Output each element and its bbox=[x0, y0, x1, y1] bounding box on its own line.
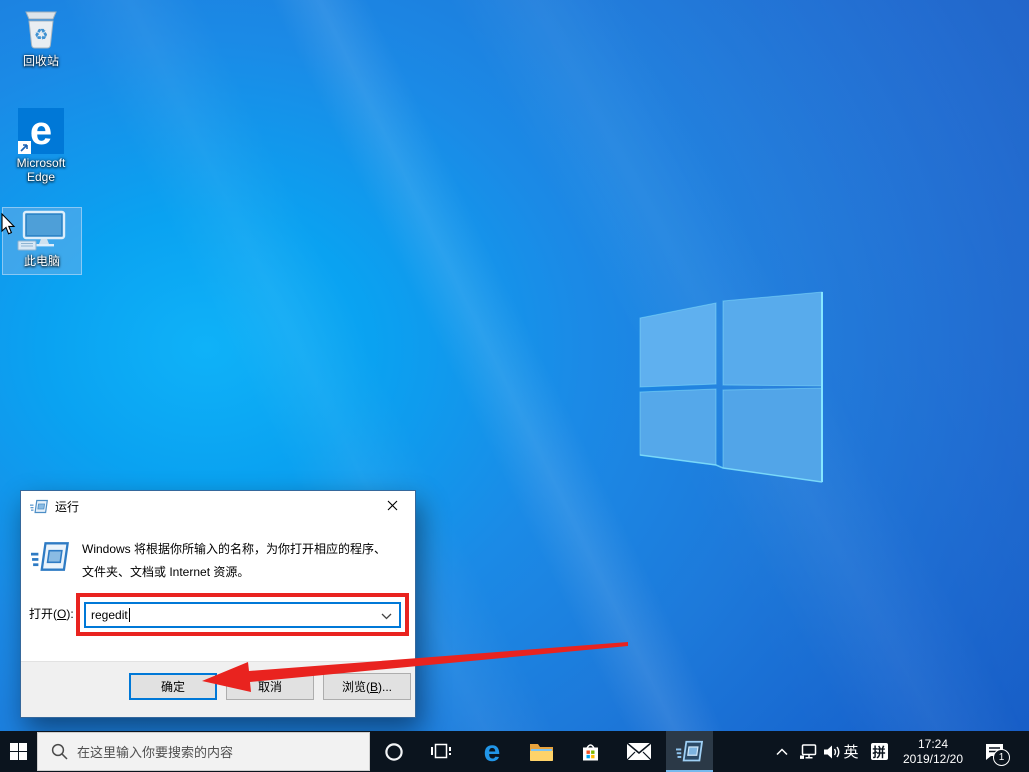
desktop: ♻ 回收站 e Microsoft Edge 此电脑 运行 Windows 将根… bbox=[0, 0, 1029, 772]
network-tray-button[interactable] bbox=[796, 731, 822, 772]
file-explorer-button[interactable] bbox=[519, 731, 563, 772]
recycle-bin-icon: ♻ bbox=[2, 4, 80, 52]
desktop-icon-label: 此电脑 bbox=[23, 254, 60, 268]
dialog-message: Windows 将根据你所输入的名称，为你打开相应的程序、 文件夹、文档或 In… bbox=[82, 538, 386, 584]
ok-button[interactable]: 确定 bbox=[129, 673, 217, 700]
notification-badge: 1 bbox=[993, 749, 1010, 766]
annotation-highlight-rect bbox=[76, 593, 409, 636]
clock-time: 17:24 bbox=[917, 736, 949, 751]
cancel-button[interactable]: 取消 bbox=[226, 673, 314, 700]
clock-date: 2019/12/20 bbox=[902, 751, 964, 766]
run-dialog: 运行 Windows 将根据你所输入的名称，为你打开相应的程序、 文件夹、文档或… bbox=[20, 490, 416, 718]
desktop-icon-recycle-bin[interactable]: ♻ 回收站 bbox=[2, 4, 80, 68]
browse-button[interactable]: 浏览(B)... bbox=[323, 673, 411, 700]
run-window-icon bbox=[30, 499, 48, 513]
windows-start-icon bbox=[10, 743, 27, 760]
search-input[interactable]: 在这里输入你要搜索的内容 bbox=[37, 732, 370, 771]
run-dialog-footer: 确定 取消 浏览(B)... bbox=[21, 661, 415, 717]
ime-mode-button[interactable]: 拼 bbox=[866, 731, 892, 772]
cortana-icon bbox=[385, 742, 403, 761]
recycle-symbol: ♻ bbox=[34, 27, 48, 44]
ime-language-button[interactable]: 英 bbox=[838, 731, 864, 772]
search-placeholder: 在这里输入你要搜索的内容 bbox=[77, 745, 234, 760]
edge-icon: e bbox=[2, 106, 80, 154]
search-icon bbox=[51, 743, 68, 760]
desktop-icon-edge[interactable]: e Microsoft Edge bbox=[2, 106, 80, 184]
mail-icon bbox=[627, 743, 651, 760]
desktop-icon-label: Microsoft Edge bbox=[16, 156, 66, 184]
tray-expand-button[interactable] bbox=[768, 731, 796, 772]
edge-logo-glyph: e bbox=[29, 109, 53, 153]
mouse-cursor bbox=[1, 213, 16, 235]
dialog-message-line1: Windows 将根据你所输入的名称，为你打开相应的程序、 bbox=[82, 542, 387, 556]
store-icon bbox=[582, 743, 598, 760]
desktop-icon-label: 回收站 bbox=[22, 54, 59, 68]
windows-logo-wallpaper bbox=[639, 291, 823, 483]
run-taskbar-button[interactable] bbox=[666, 731, 713, 772]
ime-language-indicator: 英 bbox=[843, 744, 859, 761]
cortana-button[interactable] bbox=[372, 731, 416, 772]
run-dialog-body: Windows 将根据你所输入的名称，为你打开相应的程序、 文件夹、文档或 In… bbox=[21, 521, 415, 661]
task-view-button[interactable] bbox=[419, 731, 463, 772]
run-app-icon bbox=[676, 740, 703, 762]
clock[interactable]: 17:24 2019/12/20 bbox=[898, 731, 968, 772]
edge-taskbar-button[interactable]: e bbox=[470, 731, 514, 772]
dialog-title: 运行 bbox=[55, 499, 80, 514]
run-message-icon bbox=[31, 542, 69, 571]
start-button[interactable] bbox=[0, 731, 37, 772]
task-view-icon bbox=[431, 743, 451, 759]
edge-icon: e bbox=[483, 734, 501, 768]
mail-button[interactable] bbox=[617, 731, 661, 772]
shortcut-arrow-icon bbox=[18, 141, 31, 154]
close-button[interactable] bbox=[370, 491, 415, 520]
chevron-up-icon bbox=[776, 747, 788, 755]
taskbar: 在这里输入你要搜索的内容 e 英 拼 17:24 2019/12/20 bbox=[0, 731, 1029, 772]
store-button[interactable] bbox=[568, 731, 612, 772]
open-label: 打开(O): bbox=[29, 607, 74, 621]
ime-pinyin-icon: 拼 bbox=[870, 743, 888, 760]
dialog-message-line2: 文件夹、文档或 Internet 资源。 bbox=[82, 565, 250, 579]
network-icon bbox=[799, 743, 816, 759]
close-icon bbox=[387, 500, 398, 511]
file-explorer-icon bbox=[529, 743, 553, 761]
run-dialog-titlebar[interactable]: 运行 bbox=[21, 491, 415, 521]
